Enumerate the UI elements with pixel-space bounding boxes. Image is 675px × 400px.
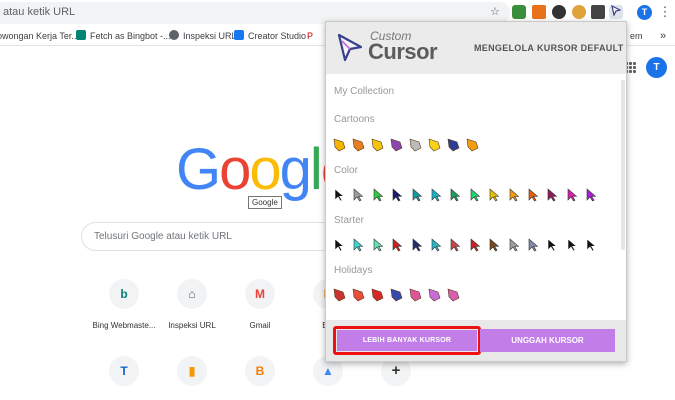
more-cursors-button[interactable]: LEBIH BANYAK KURSOR bbox=[337, 330, 477, 351]
brand-text-bottom: Cursor bbox=[368, 39, 438, 64]
holiday-cursor-thumbnail[interactable] bbox=[428, 288, 442, 302]
color-cursor-thumbnail[interactable] bbox=[488, 188, 502, 202]
inspect-icon: ⌂ bbox=[177, 279, 207, 309]
bookmark-item[interactable]: owongan Kerja Ter... bbox=[0, 29, 79, 43]
analytics-icon: ▮ bbox=[177, 356, 207, 386]
bookmark-star-icon[interactable]: ☆ bbox=[488, 5, 502, 19]
popup-header: Custom Cursor MENGELOLA KURSOR DEFAULT bbox=[326, 22, 626, 74]
starter-cursor-thumbnail[interactable] bbox=[449, 238, 463, 252]
cursor-logo-icon bbox=[337, 33, 363, 62]
popup-footer: LEBIH BANYAK KURSOR UNGGAH KURSOR bbox=[326, 320, 626, 361]
color-cursor-thumbnail[interactable] bbox=[527, 188, 541, 202]
cartoon-cursor-thumbnail[interactable] bbox=[447, 138, 461, 152]
address-bar-text: atau ketik URL bbox=[3, 6, 76, 18]
color-cursor-thumbnail[interactable] bbox=[585, 188, 599, 202]
cartoon-cursor-thumbnail[interactable] bbox=[409, 138, 423, 152]
search-input[interactable]: Telusuri Google atau ketik URL bbox=[81, 222, 341, 251]
color-cursor-thumbnail[interactable] bbox=[411, 188, 425, 202]
color-cursor-thumbnail[interactable] bbox=[566, 188, 580, 202]
bookmark-label: Creator Studio bbox=[248, 31, 307, 41]
section-holidays: Holidays bbox=[334, 265, 373, 276]
holiday-cursor-thumbnail[interactable] bbox=[333, 288, 347, 302]
extension-icon-2[interactable] bbox=[532, 5, 546, 19]
holiday-cursor-thumbnail[interactable] bbox=[447, 288, 461, 302]
bing-icon bbox=[76, 30, 86, 40]
holiday-cursor-thumbnail[interactable] bbox=[371, 288, 385, 302]
holiday-cursor-thumbnail[interactable] bbox=[352, 288, 366, 302]
bookmark-item[interactable]: em bbox=[630, 29, 643, 43]
cartoon-cursor-thumbnail[interactable] bbox=[371, 138, 385, 152]
ntp-profile-avatar[interactable]: T bbox=[646, 57, 667, 78]
starter-cursor-thumbnail[interactable] bbox=[527, 238, 541, 252]
color-cursor-thumbnail[interactable] bbox=[352, 188, 366, 202]
logo-letter: o bbox=[249, 137, 281, 202]
popup-scrollbar[interactable] bbox=[621, 80, 625, 250]
gmail-icon: M bbox=[245, 279, 275, 309]
starter-cursor-thumbnail[interactable] bbox=[352, 238, 366, 252]
custom-cursor-extension-icon[interactable] bbox=[609, 4, 623, 19]
blogger-icon: B bbox=[245, 356, 275, 386]
bookmark-item[interactable]: Creator Studio bbox=[234, 29, 306, 43]
extension-icon-4[interactable] bbox=[572, 5, 586, 19]
profile-avatar-icon[interactable]: T bbox=[637, 5, 652, 20]
color-cursor-thumbnail[interactable] bbox=[372, 188, 386, 202]
color-cursor-thumbnail[interactable] bbox=[391, 188, 405, 202]
bing-icon: b bbox=[109, 279, 139, 309]
bookmark-label: Fetch as Bingbot -... bbox=[90, 31, 171, 41]
starter-cursor-thumbnail[interactable] bbox=[546, 238, 560, 252]
bookmark-item[interactable]: Fetch as Bingbot -... bbox=[76, 29, 171, 43]
holiday-cursor-thumbnail[interactable] bbox=[409, 288, 423, 302]
upload-cursor-button[interactable]: UNGGAH KURSOR bbox=[480, 329, 615, 352]
section-starter: Starter bbox=[334, 215, 365, 226]
cartoon-cursor-thumbnail[interactable] bbox=[390, 138, 404, 152]
starter-cursor-thumbnail[interactable] bbox=[488, 238, 502, 252]
starter-cursor-thumbnail[interactable] bbox=[372, 238, 386, 252]
logo-letter: G bbox=[176, 137, 221, 202]
tv-shortcut-icon: T bbox=[109, 356, 139, 386]
section-cartoons: Cartoons bbox=[334, 114, 375, 125]
color-cursor-thumbnail[interactable] bbox=[546, 188, 560, 202]
color-cursor-thumbnail[interactable] bbox=[449, 188, 463, 202]
cartoon-cursor-thumbnail[interactable] bbox=[428, 138, 442, 152]
logo-letter: l bbox=[309, 137, 323, 202]
facebook-icon bbox=[234, 30, 244, 40]
color-cursor-thumbnail[interactable] bbox=[430, 188, 444, 202]
cartoon-cursor-thumbnail[interactable] bbox=[333, 138, 347, 152]
logo-letter: o bbox=[219, 137, 251, 202]
custom-cursor-popup: Custom Cursor MENGELOLA KURSOR DEFAULT M… bbox=[325, 21, 627, 362]
starter-cursor-thumbnail[interactable] bbox=[430, 238, 444, 252]
default-cursor-link[interactable]: KURSOR DEFAULT bbox=[537, 43, 624, 53]
color-cursor-thumbnail[interactable] bbox=[508, 188, 522, 202]
section-color: Color bbox=[334, 165, 358, 176]
bookmark-item[interactable]: Inspeksi URL bbox=[169, 29, 237, 43]
bookmark-label: owongan Kerja Ter... bbox=[0, 31, 79, 41]
manage-link[interactable]: MENGELOLA bbox=[474, 43, 534, 53]
inspect-icon bbox=[169, 30, 179, 40]
cartoon-cursor-thumbnail[interactable] bbox=[466, 138, 480, 152]
starter-cursor-thumbnail[interactable] bbox=[411, 238, 425, 252]
bookmark-item[interactable]: P bbox=[307, 29, 313, 43]
bookmark-label: P bbox=[307, 31, 314, 41]
holiday-cursor-thumbnail[interactable] bbox=[390, 288, 404, 302]
starter-cursor-thumbnail[interactable] bbox=[508, 238, 522, 252]
starter-cursor-thumbnail[interactable] bbox=[333, 238, 347, 252]
logo-letter: g bbox=[279, 137, 312, 202]
starter-cursor-thumbnail[interactable] bbox=[585, 238, 599, 252]
logo-tooltip: Google bbox=[248, 196, 282, 209]
bookmark-label: Inspeksi URL bbox=[183, 31, 237, 41]
color-cursor-thumbnail[interactable] bbox=[469, 188, 483, 202]
extension-icon-5[interactable] bbox=[591, 5, 605, 19]
starter-cursor-thumbnail[interactable] bbox=[469, 238, 483, 252]
extension-icon-1[interactable] bbox=[512, 5, 526, 19]
bookmarks-overflow-icon[interactable]: » bbox=[660, 29, 666, 43]
color-cursor-thumbnail[interactable] bbox=[333, 188, 347, 202]
section-my-collection: My Collection bbox=[334, 86, 395, 97]
bookmark-label: em bbox=[630, 31, 643, 41]
search-placeholder: Telusuri Google atau ketik URL bbox=[94, 231, 232, 242]
starter-cursor-thumbnail[interactable] bbox=[391, 238, 405, 252]
cartoon-cursor-thumbnail[interactable] bbox=[352, 138, 366, 152]
extension-icon-3[interactable] bbox=[552, 5, 566, 19]
starter-cursor-thumbnail[interactable] bbox=[566, 238, 580, 252]
chrome-menu-icon[interactable]: ⋮ bbox=[658, 5, 672, 19]
